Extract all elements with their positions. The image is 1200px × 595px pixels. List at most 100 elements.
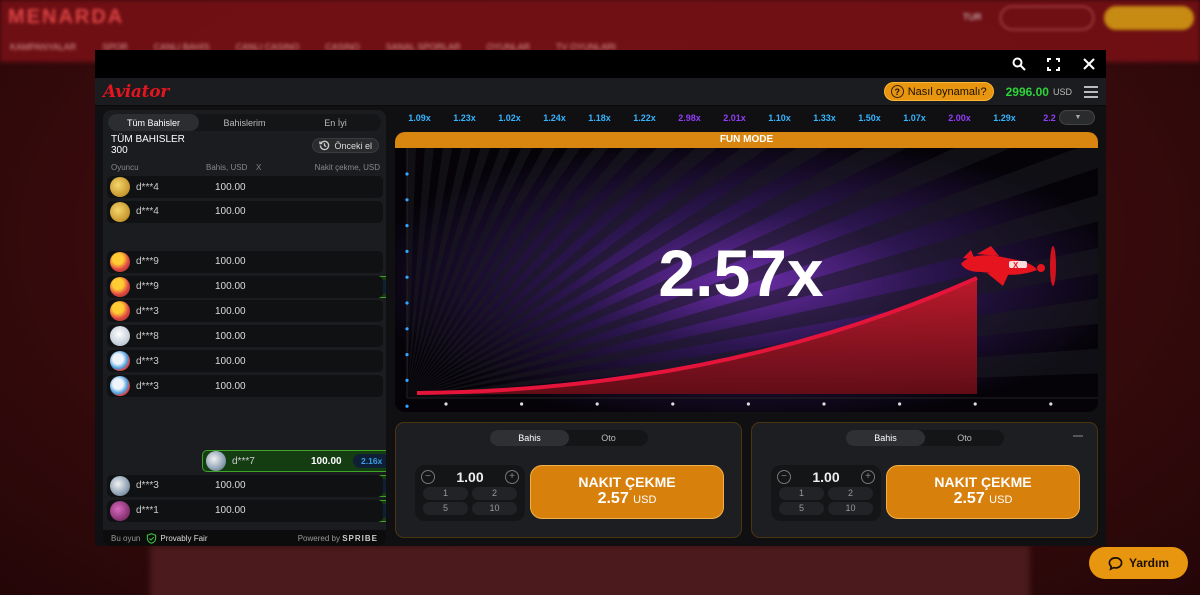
history-multiplier[interactable]: 1.18x	[577, 113, 622, 123]
tab-top[interactable]: En İyi	[290, 114, 381, 131]
tab-bet[interactable]: Bahis	[846, 430, 925, 446]
col-cashout: Nakit çekme, USD	[314, 163, 380, 172]
bet-amount: 100.00	[215, 355, 246, 367]
history-multiplier[interactable]: 1.10x	[757, 113, 802, 123]
bet-row: d***4 100.00	[107, 200, 383, 223]
minus-icon[interactable]: −	[421, 470, 435, 484]
player-name: d***1	[136, 505, 159, 517]
window-toolbar	[95, 50, 1106, 78]
history-multiplier[interactable]: 1.50x	[847, 113, 892, 123]
bets-panel: Tüm Bahisler Bahislerim En İyi TÜM BAHIS…	[103, 110, 386, 546]
tab-bet[interactable]: Bahis	[490, 430, 569, 446]
tab-all-bets[interactable]: Tüm Bahisler	[108, 114, 199, 131]
bet-panel-tabs: Bahis Oto	[846, 430, 1004, 446]
close-icon[interactable]	[1081, 57, 1096, 72]
history-multiplier[interactable]: 2.98x	[667, 113, 712, 123]
history-multiplier[interactable]: 1.09x	[397, 113, 442, 123]
quick-stake-10[interactable]: 10	[828, 502, 873, 515]
tab-auto[interactable]: Oto	[569, 430, 648, 446]
chat-icon	[1108, 556, 1123, 571]
cashout-currency: USD	[989, 494, 1013, 506]
game-window: Aviator ? Nasıl oynamalı? 2996.00 USD Tü…	[95, 50, 1106, 546]
bet-row: d***3 100.00	[107, 300, 383, 323]
tab-my-bets[interactable]: Bahislerim	[199, 114, 290, 131]
menu-icon[interactable]	[1084, 85, 1098, 98]
avatar	[110, 276, 130, 297]
fullscreen-icon[interactable]	[1046, 57, 1061, 72]
history-multiplier[interactable]: 1.02x	[487, 113, 532, 123]
register-button	[1104, 6, 1194, 30]
all-bets-title: TÜM BAHISLER	[111, 134, 185, 145]
col-x: X	[256, 163, 262, 172]
history-multiplier[interactable]: 1.24x	[532, 113, 577, 123]
quick-stake-2[interactable]: 2	[828, 487, 873, 500]
quick-stake-5[interactable]: 5	[779, 502, 824, 515]
provably-fair-label: Provably Fair	[160, 533, 208, 543]
history-multiplier[interactable]: 1.29x	[982, 113, 1027, 123]
bet-panel-2: Bahis Oto − 1.00 + 1 2 5 10 NAKIT ÇEKME …	[751, 422, 1098, 538]
spribe-logo: SPRIBE	[342, 533, 378, 543]
history-multiplier[interactable]: 1.23x	[442, 113, 487, 123]
login-button	[1000, 6, 1094, 30]
quick-stake-2[interactable]: 2	[472, 487, 517, 500]
cashout-button[interactable]: NAKIT ÇEKME 2.57 USD	[530, 465, 724, 519]
bet-amount: 100.00	[215, 380, 246, 392]
provably-fair-link[interactable]: Provably Fair	[146, 532, 208, 544]
player-name: d***8	[136, 330, 159, 342]
minus-icon[interactable]: −	[777, 470, 791, 484]
plus-icon[interactable]: +	[505, 470, 519, 484]
stake-control: − 1.00 + 1 2 5 10	[415, 465, 525, 521]
bet-amount: 100.00	[215, 305, 246, 317]
multiplier-history: 1.09x 1.23x 1.02x 1.24x 1.18x 1.22x 2.98x 2.01x…	[397, 110, 1097, 126]
quick-stake-1[interactable]: 1	[423, 487, 468, 500]
quick-stake-1[interactable]: 1	[779, 487, 824, 500]
stake-value[interactable]: 1.00	[456, 469, 483, 485]
col-player: Oyuncu	[111, 163, 139, 172]
bet-row: d***3 100.00	[107, 375, 383, 398]
history-multiplier[interactable]: 1.22x	[622, 113, 667, 123]
plus-icon[interactable]: +	[861, 470, 875, 484]
stake-value[interactable]: 1.00	[812, 469, 839, 485]
bets-footer: Bu oyun Provably Fair Powered by SPRIBE	[103, 530, 386, 546]
lang-selector: TUR	[963, 12, 982, 22]
history-multiplier[interactable]: 2.00x	[937, 113, 982, 123]
cashout-amount: 2.57	[953, 490, 985, 507]
cashout-currency: USD	[633, 494, 657, 506]
history-multiplier[interactable]: 1.07x	[892, 113, 937, 123]
history-toggle-button[interactable]: ▼	[1059, 110, 1095, 125]
bet-amount: 100.00	[311, 455, 342, 467]
avatar	[110, 251, 130, 272]
quick-stake-10[interactable]: 10	[472, 502, 517, 515]
bet-amount: 100.00	[215, 505, 246, 517]
site-footer	[150, 545, 1030, 595]
previous-round-button[interactable]: Önceki el	[312, 138, 379, 153]
player-name: d***3	[136, 380, 159, 392]
all-bets-header: TÜM BAHISLER 300	[111, 134, 185, 156]
cashout-label: NAKIT ÇEKME	[578, 474, 676, 490]
powered-by: Powered by SPRIBE	[298, 534, 378, 543]
quick-stake-5[interactable]: 5	[423, 502, 468, 515]
remove-panel-button[interactable]	[1073, 435, 1083, 437]
cashout-button[interactable]: NAKIT ÇEKME 2.57 USD	[886, 465, 1080, 519]
how-to-play-button[interactable]: ? Nasıl oynamalı?	[883, 82, 994, 101]
avatar	[110, 301, 130, 322]
aviator-logo: Aviator	[103, 81, 169, 102]
history-multiplier[interactable]: 2.01x	[712, 113, 757, 123]
chevron-down-icon: ▼	[1074, 114, 1082, 121]
previous-round-label: Önceki el	[334, 140, 372, 151]
history-multiplier[interactable]: 1.33x	[802, 113, 847, 123]
bet-row: d***9 100.00	[107, 275, 383, 298]
bet-row: d***4 100.00	[107, 176, 383, 198]
bet-row: d***8 100.00	[107, 325, 383, 348]
game-header: Aviator ? Nasıl oynamalı? 2996.00 USD	[95, 78, 1106, 106]
help-label: Yardım	[1128, 556, 1170, 570]
bets-list: d***4100.00d***4100.00d***1100.001.15x11…	[107, 176, 386, 524]
help-button[interactable]: Yardım	[1089, 547, 1188, 579]
search-icon[interactable]	[1011, 57, 1026, 72]
avatar	[110, 326, 130, 347]
tab-auto[interactable]: Oto	[925, 430, 1004, 446]
footer-game-label: Bu oyun	[111, 533, 141, 543]
site-nav-item: KAMPANYALAR	[10, 42, 77, 52]
powered-by-label: Powered by	[297, 533, 340, 543]
avatar	[110, 201, 130, 222]
